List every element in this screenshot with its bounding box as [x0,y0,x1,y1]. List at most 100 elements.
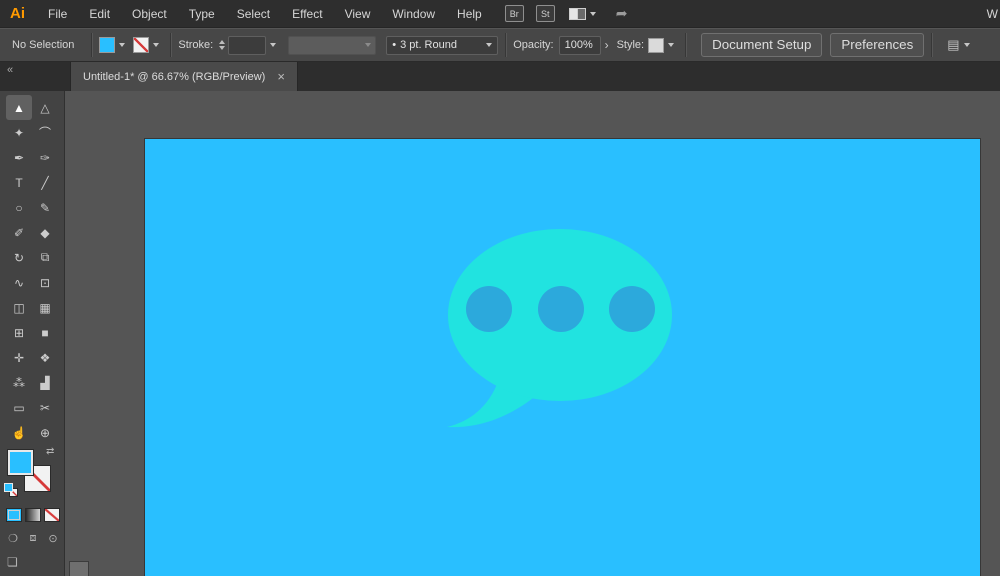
curvature-tool[interactable]: ✑ [32,145,58,170]
bridge-button[interactable]: Br [504,5,524,22]
chevron-down-icon[interactable] [486,43,493,47]
ellipse-tool[interactable]: ○ [6,195,32,220]
stock-button[interactable]: St [535,5,555,22]
divider [685,33,687,57]
screen-mode-icon[interactable]: ❏ [7,555,18,569]
width-tool[interactable]: ∿ [6,270,32,295]
paintbrush-tool[interactable]: ✎ [32,195,58,220]
stroke-color-swatch[interactable] [133,37,150,53]
menu-type[interactable]: Type [178,7,226,21]
selection-tool[interactable]: ▲ [6,95,32,120]
variable-width-profile-dropdown[interactable] [288,35,377,55]
chevron-down-icon[interactable] [270,43,277,47]
chevron-down-icon[interactable] [668,43,675,47]
artboard[interactable] [145,139,980,576]
chevron-down-icon[interactable] [589,11,596,16]
menu-effect[interactable]: Effect [281,7,333,21]
perspective-grid-tool[interactable]: ▦ [32,295,58,320]
chevron-down-icon[interactable] [119,43,126,47]
step-up-icon[interactable] [219,40,226,44]
brush-definition-dropdown[interactable]: • 3 pt. Round [386,35,499,55]
arrange-documents-icon[interactable] [568,7,586,20]
none-button[interactable] [44,508,60,522]
swap-fill-stroke-icon[interactable]: ⇄ [46,446,54,457]
stroke-weight-stepper[interactable] [219,40,226,50]
scale-tool[interactable]: ⧉ [32,245,58,270]
menu-view[interactable]: View [334,7,382,21]
eraser-tool[interactable]: ◆ [32,220,58,245]
zoom-tool[interactable]: ⊕ [32,420,58,445]
stroke-weight-label: Stroke: [178,39,214,51]
opacity-panel-launcher[interactable]: › [601,38,613,52]
chevron-down-icon[interactable] [963,43,970,47]
pen-tool[interactable]: ✒ [6,145,32,170]
brush-definition-value: 3 pt. Round [400,39,457,51]
type-tool[interactable]: T [6,170,32,195]
speech-bubble-group[interactable] [447,229,672,428]
bubble-dot [609,286,655,332]
menu-file[interactable]: File [37,7,78,21]
stroke-weight-input[interactable] [228,35,267,55]
bubble-dot [538,286,584,332]
fill-color-swatch[interactable] [99,37,116,53]
hand-tool[interactable]: ☝ [6,420,32,445]
opacity-label: Opacity: [513,39,554,51]
divider [931,33,933,57]
menu-object[interactable]: Object [121,7,178,21]
shape-builder-tool[interactable]: ◫ [6,295,32,320]
document-tab[interactable]: Untitled-1* @ 66.67% (RGB/Preview) × [70,62,298,91]
artwork [447,229,672,428]
draw-normal-icon[interactable]: ❍ [5,532,21,545]
rotate-tool[interactable]: ↻ [6,245,32,270]
free-transform-tool[interactable]: ⊡ [32,270,58,295]
direct-selection-tool[interactable]: △ [32,95,58,120]
pasteboard[interactable] [65,91,1000,576]
menu-help[interactable]: Help [446,7,493,21]
fill-stroke-indicator: ⇄ [0,446,65,505]
fill-indicator[interactable] [7,449,34,476]
workspace-partial-label: W [986,6,998,21]
tools-panel: ▲ △ ✦ ⌒ ✒ ✑ T ╱ ○ ✎ ✐ ◆ ↻ ⧉ ∿ ⊡ ◫ ▦ ⊞ ■ ✛ ❖ ⁂ ▟ ▭ ✂ ☝ ⊕ ⇄ ❍ ⧈ ⊙ ❏ [0,91,65,576]
close-icon[interactable]: × [277,70,285,83]
selection-status-label: No Selection [12,39,75,51]
chevron-down-icon[interactable] [153,43,160,47]
magic-wand-tool[interactable]: ✦ [6,120,32,145]
divider [505,33,507,57]
draw-inside-icon[interactable]: ⊙ [45,532,61,545]
step-down-icon[interactable] [219,46,226,50]
document-setup-button[interactable]: Document Setup [701,33,823,57]
style-label: Style: [616,39,645,51]
control-panel-options-icon[interactable]: ▤ [947,37,959,53]
color-button[interactable] [6,508,22,522]
default-fill-stroke-icon[interactable] [4,483,18,497]
menu-edit[interactable]: Edit [78,7,121,21]
menu-window[interactable]: Window [381,7,446,21]
share-icon[interactable]: ➦ [616,5,628,22]
line-segment-tool[interactable]: ╱ [32,170,58,195]
symbol-sprayer-tool[interactable]: ⁂ [6,370,32,395]
column-graph-tool[interactable]: ▟ [32,370,58,395]
divider [91,33,93,57]
canvas-status-icon[interactable] [69,561,89,576]
eyedropper-tool[interactable]: ✛ [6,345,32,370]
preferences-button[interactable]: Preferences [830,33,925,57]
slice-tool[interactable]: ✂ [32,395,58,420]
draw-behind-icon[interactable]: ⧈ [25,532,41,545]
document-tab-title: Untitled-1* @ 66.67% (RGB/Preview) [83,70,266,83]
graphic-style-swatch[interactable] [648,37,665,53]
lasso-tool[interactable]: ⌒ [32,120,58,145]
tool-grid: ▲ △ ✦ ⌒ ✒ ✑ T ╱ ○ ✎ ✐ ◆ ↻ ⧉ ∿ ⊡ ◫ ▦ ⊞ ■ ✛ ❖ ⁂ ▟ ▭ ✂ ☝ ⊕ [0,91,64,445]
menu-select[interactable]: Select [226,7,281,21]
color-type-buttons [6,508,60,522]
document-tab-bar: « Untitled-1* @ 66.67% (RGB/Preview) × [0,62,1000,91]
mesh-tool[interactable]: ⊞ [6,320,32,345]
bubble-dot [466,286,512,332]
collapse-panel-icon[interactable]: « [7,64,13,76]
menu-bar: Ai File Edit Object Type Select Effect View Win… [0,0,1000,28]
artboard-tool[interactable]: ▭ [6,395,32,420]
blend-tool[interactable]: ❖ [32,345,58,370]
shaper-tool[interactable]: ✐ [6,220,32,245]
opacity-input[interactable]: 100% [558,35,601,55]
gradient-button[interactable] [25,508,41,522]
gradient-tool[interactable]: ■ [32,320,58,345]
